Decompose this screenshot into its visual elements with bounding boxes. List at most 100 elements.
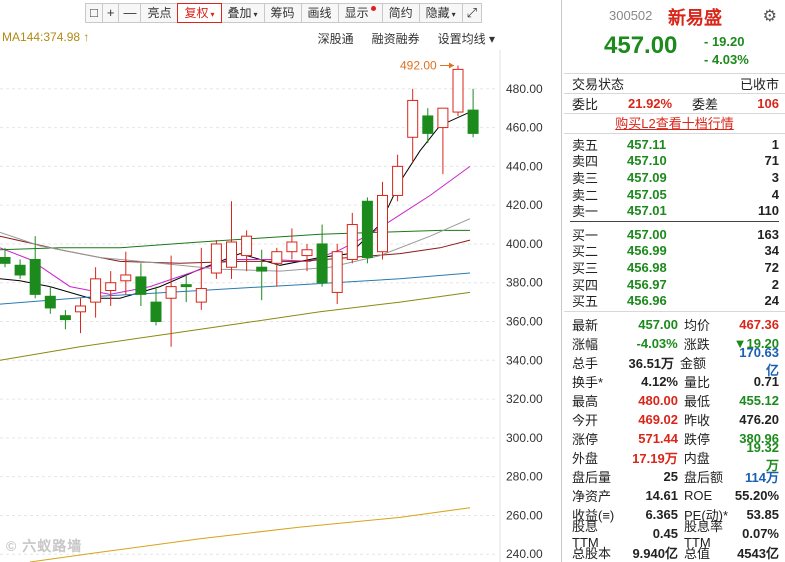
fullscreen-icon[interactable]: ⤢	[461, 3, 483, 23]
bids-row[interactable]: 买三 456.98 72	[564, 259, 785, 276]
stat-k2: 均价	[684, 317, 711, 333]
bid-book: 买一 457.00 163 买二 456.99 34 买三 456.98 72 买四 456.97 2…	[564, 224, 785, 309]
zoom-in-icon[interactable]: +	[101, 3, 120, 23]
asks-price: 457.09	[627, 169, 667, 185]
asks-row[interactable]: 卖四 457.10 71	[564, 153, 785, 169]
stat-v2: 455.12	[739, 392, 779, 408]
stats-row: 今开 469.02 昨收 476.20	[564, 410, 785, 429]
toolbar-button-label: 显示	[344, 6, 369, 20]
toolbar-button-4[interactable]: 复权 ▾	[177, 3, 222, 23]
toolbar-button-label: 隐藏	[425, 6, 450, 20]
trade-status-row: 交易状态 已收市	[564, 74, 785, 94]
stat-k: 最高	[572, 393, 599, 409]
stat-v2: 114万	[745, 469, 779, 485]
asks-vol: 110	[758, 203, 779, 219]
kline-chart-panel[interactable]: □ + — 亮点 复权 ▾ 叠加 ▾ 筹码 画线 显示 简约 隐藏 ▾ ⤢ MA144:374.98 ↑ 深…	[0, 0, 562, 562]
candle-up	[165, 286, 177, 299]
stat-k: 最新	[572, 317, 599, 333]
asks-row[interactable]: 卖一 457.01 110	[564, 202, 785, 219]
stat-v2: 476.20	[739, 411, 779, 427]
trade-status-value: 已收市	[739, 77, 779, 92]
stat-v: 17.19万	[632, 450, 678, 466]
toolbar-button-label: ⤢	[466, 5, 478, 20]
stat-k2: 涨跌	[683, 336, 710, 352]
stat-k: 换手*	[572, 374, 604, 390]
toolbar-button-8[interactable]: 显示	[337, 3, 383, 23]
y-tick-label: 340.00	[506, 353, 543, 367]
y-tick-label: 360.00	[506, 315, 543, 329]
asks-label: 卖一	[572, 204, 599, 220]
candle-up	[377, 194, 388, 253]
chart-link-2[interactable]: 设置均线 ▾	[438, 30, 495, 47]
l2-purchase-link[interactable]: 购买L2查看十档行情	[564, 114, 785, 134]
asks-row[interactable]: 卖二 457.05 4	[564, 186, 785, 203]
zoom-out-icon[interactable]: —	[118, 3, 142, 23]
bids-label: 买五	[572, 294, 599, 310]
candle-up	[407, 99, 419, 138]
asks-row[interactable]: 卖五 457.11 1	[564, 136, 785, 153]
asks-price: 457.11	[627, 136, 667, 152]
bids-vol: 2	[771, 276, 779, 292]
bids-price: 457.00	[627, 226, 667, 242]
toolbar-button-9[interactable]: 简约	[381, 3, 420, 23]
toolbar-button-7[interactable]: 画线	[300, 3, 339, 23]
candle-down	[44, 295, 56, 309]
stat-v: 4.12%	[641, 373, 678, 389]
ask-book: 卖五 457.11 1 卖四 457.10 71 卖三 457.09 3 卖二 457.05 4 卖一 4…	[564, 134, 785, 219]
stat-v: 457.00	[638, 316, 678, 332]
ratio-value: 21.92%	[628, 96, 673, 111]
stats-row: 外盘 17.19万 内盘 19.32万	[564, 440, 785, 473]
bids-row[interactable]: 买一 457.00 163	[564, 226, 785, 243]
bids-price: 456.97	[627, 276, 667, 292]
toolbar-button-label: +	[106, 5, 115, 20]
bids-vol: 72	[764, 259, 779, 275]
asks-price: 457.10	[627, 153, 667, 169]
candle-down	[467, 109, 479, 134]
candle-down	[316, 243, 328, 284]
y-tick-label: 320.00	[506, 392, 543, 406]
stat-v2: 53.85	[746, 506, 779, 522]
window-icon[interactable]: □	[85, 3, 103, 23]
bids-row[interactable]: 买二 456.99 34	[564, 243, 785, 259]
candle-up	[195, 288, 207, 303]
ma-line	[0, 272, 471, 305]
stat-k: 今开	[572, 412, 599, 428]
stat-v: 0.45	[652, 525, 678, 541]
bids-price: 456.98	[627, 259, 667, 275]
chart-link-1[interactable]: 融资融券	[372, 30, 420, 47]
price-change: - 19.20	[704, 34, 745, 49]
bids-row[interactable]: 买四 456.97 2	[564, 276, 785, 293]
toolbar-button-10[interactable]: 隐藏 ▾	[418, 3, 463, 23]
toolbar-button-3[interactable]: 亮点	[140, 3, 179, 23]
stat-v2: 4543亿	[737, 545, 779, 561]
candlestick-chart[interactable]: 480.00 460.00 440.00 420.00 400.00 380.00 360.…	[0, 50, 562, 562]
toolbar-button-6[interactable]: 筹码	[263, 3, 302, 23]
chevron-down-icon: ▾	[253, 10, 258, 19]
chevron-down-icon: ▾	[451, 10, 456, 19]
stat-v: -4.03%	[636, 335, 678, 351]
stat-v2: 0.07%	[742, 525, 779, 541]
bids-row[interactable]: 买五 456.96 24	[564, 292, 785, 309]
stat-v: 6.365	[645, 506, 678, 522]
stat-k2: 昨收	[684, 412, 711, 428]
y-tick-label: 440.00	[506, 159, 543, 173]
chart-link-0[interactable]: 深股通	[318, 30, 354, 47]
asks-row[interactable]: 卖三 457.09 3	[564, 169, 785, 186]
toolbar-button-5[interactable]: 叠加 ▾	[220, 3, 265, 23]
asks-vol: 1	[771, 136, 779, 152]
stat-v: 571.44	[638, 430, 678, 446]
stats-row: 最高 480.00 最低 455.12	[564, 391, 785, 410]
y-tick-label: 460.00	[506, 121, 543, 135]
close-icon[interactable]: ⚙	[763, 6, 777, 26]
asks-vol: 3	[771, 169, 779, 185]
stat-k: 总股本	[572, 545, 612, 561]
toolbar-button-label: 叠加	[227, 6, 252, 20]
stat-k: 涨幅	[572, 336, 599, 352]
stat-v2: 467.36	[739, 316, 779, 332]
stat-k: 总手	[572, 355, 599, 371]
candle-up	[437, 107, 449, 129]
stats-row: 盘后量 25 盘后额 114万	[564, 467, 785, 486]
stat-k2: 最低	[684, 393, 711, 409]
candle-down	[422, 115, 434, 134]
y-tick-label: 300.00	[506, 431, 543, 445]
